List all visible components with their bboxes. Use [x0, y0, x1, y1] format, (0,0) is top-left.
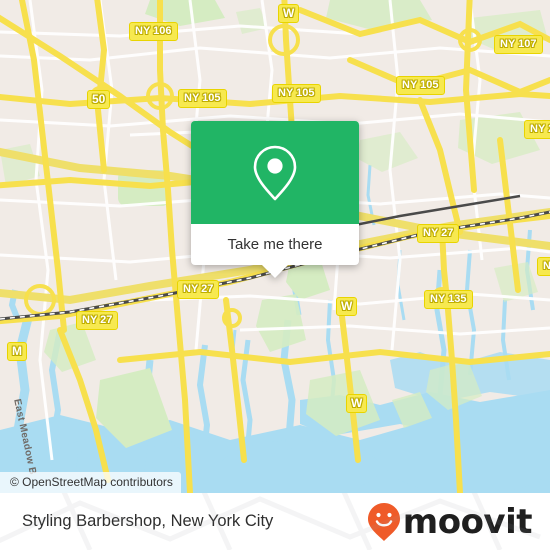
- map-pin-icon: [253, 145, 297, 200]
- popup-action-area[interactable]: Take me there: [191, 224, 359, 278]
- road-shield-ny27-west: NY 27: [76, 311, 119, 330]
- road-shield-ny107: NY 107: [494, 35, 543, 54]
- map-screenshot: NY 106 W NY 107 50 NY 105 NY 105 NY 105 …: [0, 0, 550, 550]
- road-shield-w-south: W: [346, 394, 368, 413]
- moovit-wordmark: moovit: [402, 501, 533, 542]
- road-shield-ny27-center: NY 27: [177, 280, 220, 299]
- road-shield-ny27-east: NY 27: [417, 224, 460, 243]
- road-shield-ny135: NY 135: [424, 290, 473, 309]
- road-shield-w-north: W: [278, 4, 300, 23]
- page-title: Styling Barbershop, New York City: [22, 512, 274, 530]
- road-shield-ny2-clipped: NY 2: [524, 120, 550, 139]
- road-shield-50: 50: [87, 90, 111, 109]
- road-shield-m: M: [7, 342, 27, 361]
- popup-icon-area: [191, 121, 359, 224]
- map-canvas[interactable]: NY 106 W NY 107 50 NY 105 NY 105 NY 105 …: [0, 0, 550, 493]
- road-shield-ny105-center: NY 105: [272, 84, 321, 103]
- popup-pointer-tail: [261, 264, 289, 278]
- take-me-there-label: Take me there: [227, 236, 323, 253]
- road-shield-ny105-west: NY 105: [178, 89, 227, 108]
- moovit-brand: moovit: [367, 501, 533, 542]
- moovit-smiley-pin-icon: [367, 502, 400, 541]
- location-popup-card[interactable]: Take me there: [191, 121, 359, 278]
- road-shield-ny105-east: NY 105: [396, 76, 445, 95]
- footer-bar: Styling Barbershop, New York City moovit: [0, 493, 550, 550]
- map-attribution[interactable]: © OpenStreetMap contributors: [0, 472, 181, 493]
- road-shield-w-mid: W: [336, 297, 358, 316]
- road-shield-ny1-clipped: NY 1: [537, 257, 550, 276]
- road-shield-ny106: NY 106: [129, 22, 178, 41]
